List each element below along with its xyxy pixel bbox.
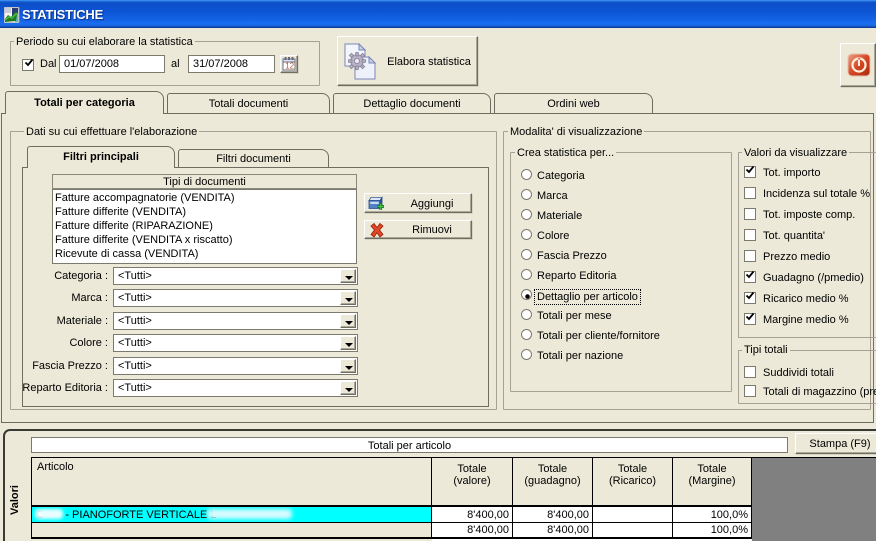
svg-text:12: 12 — [285, 62, 294, 71]
